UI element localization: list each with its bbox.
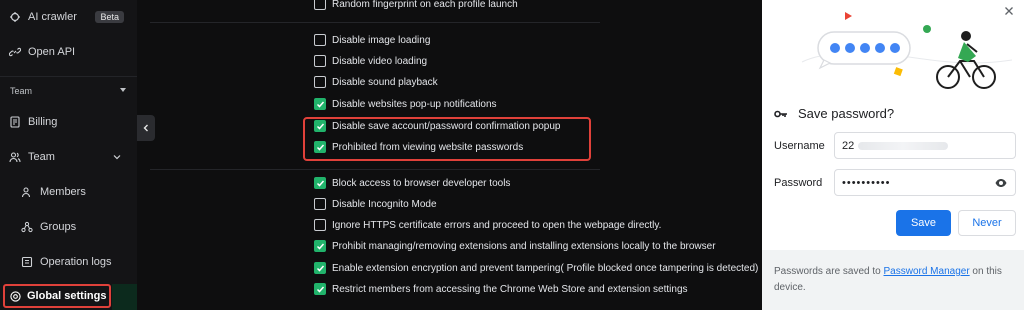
setting-label: Disable video loading	[332, 55, 428, 67]
password-label: Password	[774, 177, 823, 189]
never-button[interactable]: Never	[958, 210, 1016, 236]
setting-option[interactable]: Disable websites pop-up notifications	[314, 98, 497, 110]
setting-label: Prohibit managing/removing extensions an…	[332, 240, 716, 252]
check-icon	[316, 265, 324, 272]
checkbox-unchecked[interactable]	[314, 198, 326, 210]
check-icon	[316, 180, 324, 187]
sidebar: AI crawler Beta Open API Team Billing Te…	[0, 0, 137, 310]
sidebar-item-operation-logs[interactable]: Operation logs	[20, 250, 130, 274]
check-icon	[316, 243, 324, 250]
sidebar-item-billing[interactable]: Billing	[8, 110, 132, 134]
highlight-box	[303, 117, 591, 161]
checkbox-unchecked[interactable]	[314, 219, 326, 231]
setting-option[interactable]: Ignore HTTPS certificate errors and proc…	[314, 219, 661, 231]
checkbox-unchecked[interactable]	[314, 0, 326, 10]
caret-down-icon	[120, 88, 126, 92]
groups-icon	[20, 220, 34, 234]
checkbox-unchecked[interactable]	[314, 55, 326, 67]
sidebar-divider	[0, 76, 137, 77]
sidebar-item-label: Operation logs	[40, 256, 112, 268]
sidebar-item-label: Billing	[28, 116, 58, 128]
check-icon	[316, 101, 324, 108]
setting-option[interactable]: Disable video loading	[314, 55, 427, 67]
setting-option[interactable]: Disable Incognito Mode	[314, 198, 437, 210]
checkbox-unchecked[interactable]	[314, 34, 326, 46]
setting-label: Disable image loading	[332, 34, 431, 46]
redacted-text	[858, 141, 949, 150]
dialog-footer: Passwords are saved to Password Manager …	[762, 250, 1024, 310]
username-label: Username	[774, 140, 825, 152]
setting-label: Block access to browser developer tools	[332, 177, 511, 189]
setting-option[interactable]: Random fingerprint on each profile launc…	[314, 0, 518, 10]
setting-option[interactable]: Enable extension encryption and prevent …	[314, 262, 758, 274]
setting-label: Random fingerprint on each profile launc…	[332, 0, 518, 10]
sidebar-section-team[interactable]: Team	[10, 86, 127, 96]
sidebar-item-label: Open API	[28, 46, 76, 58]
section-divider	[150, 22, 600, 23]
username-field[interactable]: 22	[834, 132, 1016, 159]
sidebar-item-global-settings[interactable]: Global settings	[3, 284, 111, 308]
setting-label: Disable sound playback	[332, 76, 438, 88]
sidebar-item-label: Members	[40, 186, 86, 198]
setting-label: Ignore HTTPS certificate errors and proc…	[332, 219, 662, 231]
link-icon	[8, 45, 22, 59]
checkbox-checked[interactable]	[314, 98, 326, 110]
setting-label: Enable extension encryption and prevent …	[332, 262, 759, 274]
checkbox-checked[interactable]	[314, 240, 326, 252]
setting-label: Disable Incognito Mode	[332, 198, 437, 210]
password-manager-link[interactable]: Password Manager	[884, 266, 970, 277]
beta-badge: Beta	[95, 11, 124, 23]
sidebar-item-open-api[interactable]: Open API	[8, 40, 132, 64]
setting-option[interactable]: Disable sound playback	[314, 76, 438, 88]
setting-option[interactable]: Prohibit managing/removing extensions an…	[314, 240, 716, 252]
sidebar-item-label: Groups	[40, 221, 77, 233]
logs-icon	[20, 255, 34, 269]
eye-icon[interactable]	[995, 177, 1007, 189]
chevron-left-icon	[143, 124, 148, 132]
setting-option[interactable]: Disable image loading	[314, 34, 430, 46]
save-button[interactable]: Save	[896, 210, 951, 236]
dialog-title: Save password?	[774, 106, 894, 121]
sidebar-item-team[interactable]: Team	[8, 145, 132, 169]
bug-icon	[8, 10, 22, 24]
section-divider	[150, 169, 600, 170]
sidebar-item-label: AI crawler	[28, 11, 77, 23]
billing-icon	[8, 115, 22, 129]
checkbox-checked[interactable]	[314, 283, 326, 295]
password-field[interactable]: ••••••••••	[834, 169, 1016, 196]
settings-circle-icon	[10, 290, 21, 302]
member-icon	[20, 185, 34, 199]
illustration	[801, 12, 1013, 89]
chevron-down-icon	[113, 155, 121, 160]
key-icon	[774, 109, 788, 119]
checkbox-checked[interactable]	[314, 262, 326, 274]
setting-label: Disable websites pop-up notifications	[332, 98, 497, 110]
setting-option[interactable]: Restrict members from accessing the Chro…	[314, 283, 688, 295]
active-indicator	[112, 284, 137, 310]
checkbox-unchecked[interactable]	[314, 76, 326, 88]
setting-option[interactable]: Block access to browser developer tools	[314, 177, 510, 189]
users-icon	[8, 150, 22, 164]
setting-label: Restrict members from accessing the Chro…	[332, 283, 688, 295]
sidebar-item-label: Team	[28, 151, 55, 163]
sidebar-item-label: Global settings	[27, 290, 107, 302]
sidebar-item-ai-crawler[interactable]: AI crawler Beta	[8, 5, 132, 29]
save-password-dialog: Save password? Username 22 Password ••••…	[762, 0, 1024, 310]
checkbox-checked[interactable]	[314, 177, 326, 189]
check-icon	[316, 286, 324, 293]
collapse-sidebar-button[interactable]	[137, 115, 155, 141]
sidebar-item-members[interactable]: Members	[20, 180, 130, 204]
sidebar-item-groups[interactable]: Groups	[20, 215, 130, 239]
